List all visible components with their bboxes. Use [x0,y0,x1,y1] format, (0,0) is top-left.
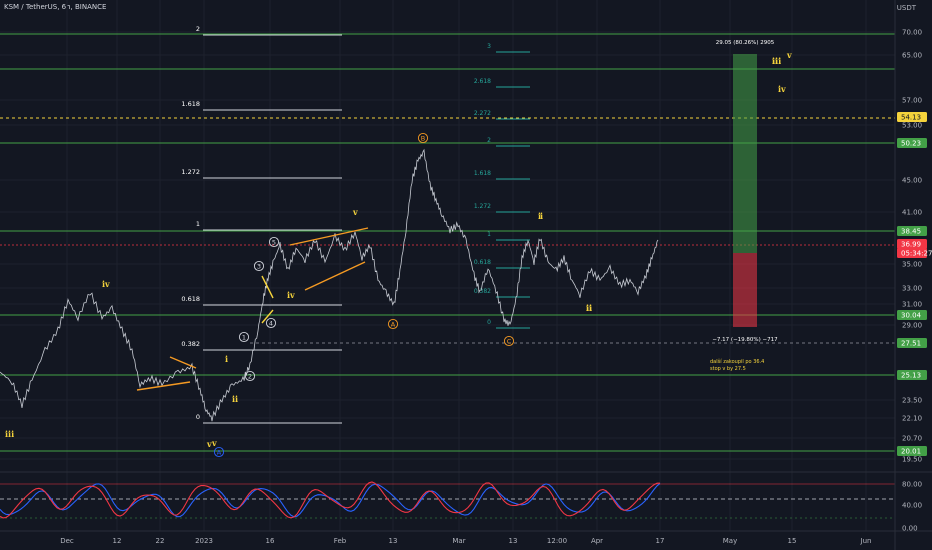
time-tick-label: Apr [591,537,603,545]
price-badge-label: 25.13 [901,372,921,380]
time-tick-label: Jun [860,537,872,545]
time-tick-label: Dec [60,537,74,545]
price-badge-label: 05:34:27 [901,250,932,258]
circled-wave-label: C [507,337,512,345]
price-series [0,148,659,422]
price-tick-label: 19.50 [902,456,922,464]
fib-left-label: 2 [196,25,200,33]
fib-left-label: 1.272 [181,168,200,176]
circled-wave-label: A [217,448,222,456]
time-tick-label: Feb [334,537,347,545]
key-levels [0,33,895,452]
oscillator-pane [0,481,895,519]
fib-right-label: 2.272 [474,110,491,117]
fib-right-label: 2 [487,137,491,144]
osc-tick-label: 40.00 [902,502,922,510]
fib-left-label: 1 [196,220,200,228]
wave-label[interactable]: i [225,354,228,364]
position-note-1: další zakoupil po 36.4 [710,358,764,365]
fib-left-label: 0 [196,413,200,421]
wave-label[interactable]: iv [287,290,295,300]
fib-right-label: 1.618 [474,170,491,177]
time-tick-label: 17 [656,537,665,545]
fib-left-label: 1.618 [181,100,200,108]
wave-label[interactable]: v [786,50,792,60]
price-tick-label: 65.00 [902,52,922,60]
wave-label[interactable]: i [540,211,543,221]
price-badge-label: 20.01 [901,448,921,456]
circled-wave-label: B [421,134,425,142]
fib-left-label: 0.618 [181,295,200,303]
wave-label[interactable]: v [352,207,358,217]
fib-right-label: 1.272 [474,203,491,210]
circled-wave-label: 1 [242,333,246,341]
time-tick-label: 22 [156,537,165,545]
price-tick-label: 57.00 [902,97,922,105]
profit-zone [733,54,757,253]
circled-wave-label: 5 [272,238,276,246]
fib-right-label: 2.618 [474,78,491,85]
osc-tick-label: 0.00 [902,525,918,533]
price-badge-label: 54.13 [901,114,921,122]
time-tick-label: May [723,537,737,545]
price-tick-label: 22.10 [902,415,922,423]
price-tick-label: 29.00 [902,322,922,330]
position-target-text: 29.05 (80.26%) 2905 [716,40,775,46]
position-stop-text: −7.17 (−19.80%) −717 [712,337,778,343]
price-badge-label: 30.04 [901,312,922,320]
price-tick-label: 33.00 [902,285,922,293]
price-badge-label: 36.99 [901,241,921,249]
circled-wave-label: 2 [248,372,252,380]
price-tick-label: 45.00 [902,177,922,185]
position-note-2: stop v by 27.5 [710,366,746,372]
wave-label[interactable]: ii [232,394,238,404]
price-tick-label: 53.00 [902,122,922,130]
price-chart[interactable]: 2 1.618 1.272 1 0.618 0.382 0 3 2.618 2.272 2 1.61… [0,0,932,550]
time-tick-label: 2023 [195,537,213,545]
circled-wave-label: 3 [257,262,261,270]
oscillator-line-blue [0,482,661,518]
fib-right-label: 0 [487,319,491,326]
wave-label[interactable]: v [211,438,217,448]
price-tick-label: 20.70 [902,435,922,443]
fib-right-label: 3 [487,43,491,50]
wave-label[interactable]: iii [5,429,14,439]
price-tick-label: 31.00 [902,301,922,309]
wave-label[interactable]: iv [778,84,786,94]
circled-wave-label: 4 [269,319,273,327]
wave-label[interactable]: ii [586,303,592,313]
fib-extension-left[interactable]: 2 1.618 1.272 1 0.618 0.382 0 [181,25,342,424]
time-tick-label: 13 [509,537,518,545]
fib-left-label: 0.382 [181,340,200,348]
triangle-upper [169,356,197,369]
time-tick-label: 15 [788,537,797,545]
fib-right-label: 1 [487,231,491,238]
price-tick-label: 70.00 [902,29,922,37]
time-tick-label: 13 [389,537,398,545]
wedge-lower [304,261,366,291]
price-badge-label: 27.51 [901,340,921,348]
time-tick-label: 12:00 [547,537,567,545]
price-badge-label: 50.23 [901,140,921,148]
pattern-lines [136,227,369,391]
wave-label[interactable]: iv [102,279,110,289]
price-badge-label: 38.45 [901,228,921,236]
fib-right-label: 0.382 [474,288,491,295]
price-tick-label: 35.00 [902,261,922,269]
time-tick-label: Mar [452,537,465,545]
time-tick-label: 16 [266,537,275,545]
loss-zone [733,253,757,327]
osc-tick-label: 80.00 [902,481,922,489]
long-position-box[interactable] [733,54,757,327]
price-tick-label: 41.00 [902,209,922,217]
circled-wave-label: A [391,320,396,328]
wave-label[interactable]: iii [772,56,781,66]
price-tick-label: 23.50 [902,397,922,405]
time-tick-label: 12 [113,537,122,545]
fib-right-label: 0.618 [474,259,491,266]
